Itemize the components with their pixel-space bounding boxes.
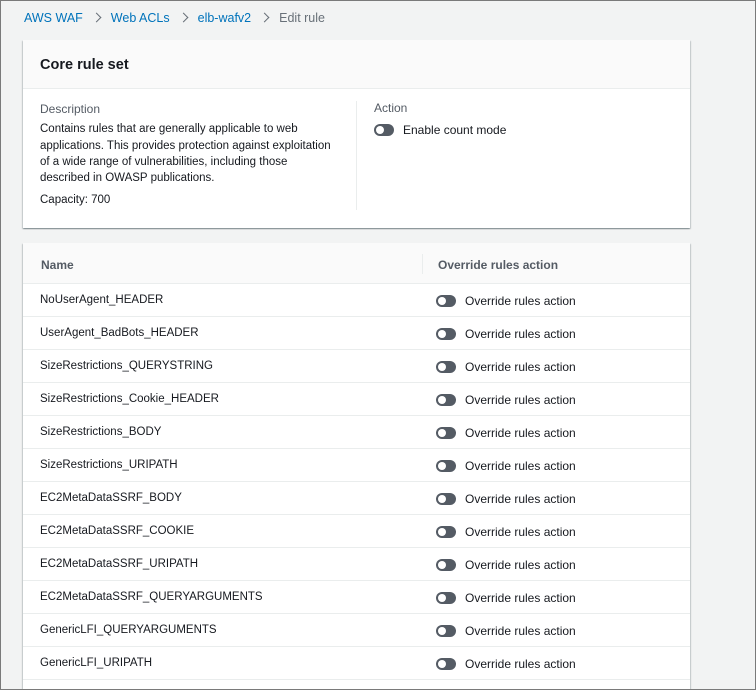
- rule-name: UserAgent_BadBots_HEADER: [40, 327, 199, 339]
- override-cell: Override rules action: [436, 393, 576, 407]
- override-toggle[interactable]: [436, 328, 456, 340]
- override-label: Override rules action: [465, 459, 576, 473]
- card-title: Core rule set: [23, 40, 690, 89]
- action-column: Action Enable count mode: [374, 101, 506, 137]
- rule-name: GenericLFI_QUERYARGUMENTS: [40, 624, 217, 636]
- override-label: Override rules action: [465, 393, 576, 407]
- override-toggle[interactable]: [436, 592, 456, 604]
- table-row: SizeRestrictions_QUERYSTRING Override rul…: [23, 350, 690, 383]
- table-row: UserAgent_BadBots_HEADER Override rules a…: [23, 317, 690, 350]
- override-cell: Override rules action: [436, 426, 576, 440]
- override-cell: Override rules action: [436, 459, 576, 473]
- table-row: SizeRestrictions_URIPATH Override rules a…: [23, 449, 690, 482]
- override-cell: Override rules action: [436, 591, 576, 605]
- rule-name: SizeRestrictions_URIPATH: [40, 459, 178, 471]
- override-cell: Override rules action: [436, 624, 576, 638]
- table-row: EC2MetaDataSSRF_COOKIE Override rules act…: [23, 515, 690, 548]
- override-cell: Override rules action: [436, 525, 576, 539]
- override-cell: Override rules action: [436, 558, 576, 572]
- override-toggle[interactable]: [436, 658, 456, 670]
- override-toggle[interactable]: [436, 559, 456, 571]
- table-row: SizeRestrictions_BODY Override rules acti…: [23, 416, 690, 449]
- rule-name: EC2MetaDataSSRF_BODY: [40, 492, 182, 504]
- table-body: NoUserAgent_HEADER Override rules action U…: [23, 284, 690, 680]
- rule-set-card: Core rule set Description Contains rules…: [23, 40, 690, 228]
- override-cell: Override rules action: [436, 294, 576, 308]
- rule-name: EC2MetaDataSSRF_COOKIE: [40, 525, 195, 537]
- override-toggle[interactable]: [436, 394, 456, 406]
- breadcrumb-web-acls[interactable]: Web ACLs: [111, 11, 170, 25]
- override-label: Override rules action: [465, 558, 576, 572]
- override-toggle[interactable]: [436, 460, 456, 472]
- table-row: EC2MetaDataSSRF_QUERYARGUMENTS Override r…: [23, 581, 690, 614]
- table-row: EC2MetaDataSSRF_BODY Override rules actio…: [23, 482, 690, 515]
- header-divider: [422, 254, 423, 274]
- override-label: Override rules action: [465, 327, 576, 341]
- override-toggle[interactable]: [436, 361, 456, 373]
- column-header-name: Name: [41, 258, 74, 272]
- override-toggle[interactable]: [436, 625, 456, 637]
- override-cell: Override rules action: [436, 657, 576, 671]
- override-label: Override rules action: [465, 591, 576, 605]
- count-mode-toggle[interactable]: [374, 124, 394, 136]
- table-header: Name Override rules action: [23, 243, 690, 284]
- rule-name: SizeRestrictions_QUERYSTRING: [40, 360, 213, 372]
- count-mode-row: Enable count mode: [374, 123, 506, 137]
- table-row: GenericLFI_URIPATH Override rules action: [23, 647, 690, 680]
- override-cell: Override rules action: [436, 327, 576, 341]
- column-header-override: Override rules action: [438, 258, 559, 272]
- rule-name: SizeRestrictions_BODY: [40, 426, 162, 438]
- breadcrumb-current: Edit rule: [279, 11, 325, 25]
- description-column: Description Contains rules that are gene…: [40, 101, 340, 209]
- capacity-text: Capacity: 700: [40, 194, 111, 207]
- rule-name: EC2MetaDataSSRF_QUERYARGUMENTS: [40, 591, 263, 603]
- table-row: NoUserAgent_HEADER Override rules action: [23, 284, 690, 317]
- rule-name: GenericLFI_URIPATH: [40, 657, 153, 669]
- override-toggle[interactable]: [436, 295, 456, 307]
- rule-name: SizeRestrictions_Cookie_HEADER: [40, 393, 219, 405]
- override-toggle[interactable]: [436, 427, 456, 439]
- rule-set-details: Description Contains rules that are gene…: [23, 89, 690, 228]
- override-cell: Override rules action: [436, 492, 576, 506]
- override-label: Override rules action: [465, 426, 576, 440]
- override-label: Override rules action: [465, 294, 576, 308]
- override-toggle[interactable]: [436, 493, 456, 505]
- override-label: Override rules action: [465, 525, 576, 539]
- chevron-right-icon: [261, 11, 269, 25]
- override-label: Override rules action: [465, 624, 576, 638]
- rule-name: NoUserAgent_HEADER: [40, 294, 164, 306]
- override-label: Override rules action: [465, 360, 576, 374]
- action-label: Action: [374, 101, 408, 115]
- override-label: Override rules action: [465, 492, 576, 506]
- table-row: EC2MetaDataSSRF_URIPATH Override rules ac…: [23, 548, 690, 581]
- table-row: SizeRestrictions_Cookie_HEADER Override r…: [23, 383, 690, 416]
- override-toggle[interactable]: [436, 526, 456, 538]
- description-label: Description: [40, 102, 101, 116]
- breadcrumb: AWS WAF Web ACLs elb-wafv2 Edit rule: [24, 11, 325, 25]
- chevron-right-icon: [180, 11, 188, 25]
- rule-name: EC2MetaDataSSRF_URIPATH: [40, 558, 199, 570]
- column-divider: [356, 101, 357, 210]
- count-mode-label: Enable count mode: [403, 123, 507, 137]
- breadcrumb-aws-waf[interactable]: AWS WAF: [24, 11, 83, 25]
- rules-table: Name Override rules action NoUserAgent_H…: [23, 243, 690, 690]
- description-text: Contains rules that are generally applic…: [40, 123, 331, 185]
- breadcrumb-elb-wafv2[interactable]: elb-wafv2: [198, 11, 252, 25]
- table-row: GenericLFI_QUERYARGUMENTS Override rules …: [23, 614, 690, 647]
- override-label: Override rules action: [465, 657, 576, 671]
- chevron-right-icon: [93, 11, 101, 25]
- override-cell: Override rules action: [436, 360, 576, 374]
